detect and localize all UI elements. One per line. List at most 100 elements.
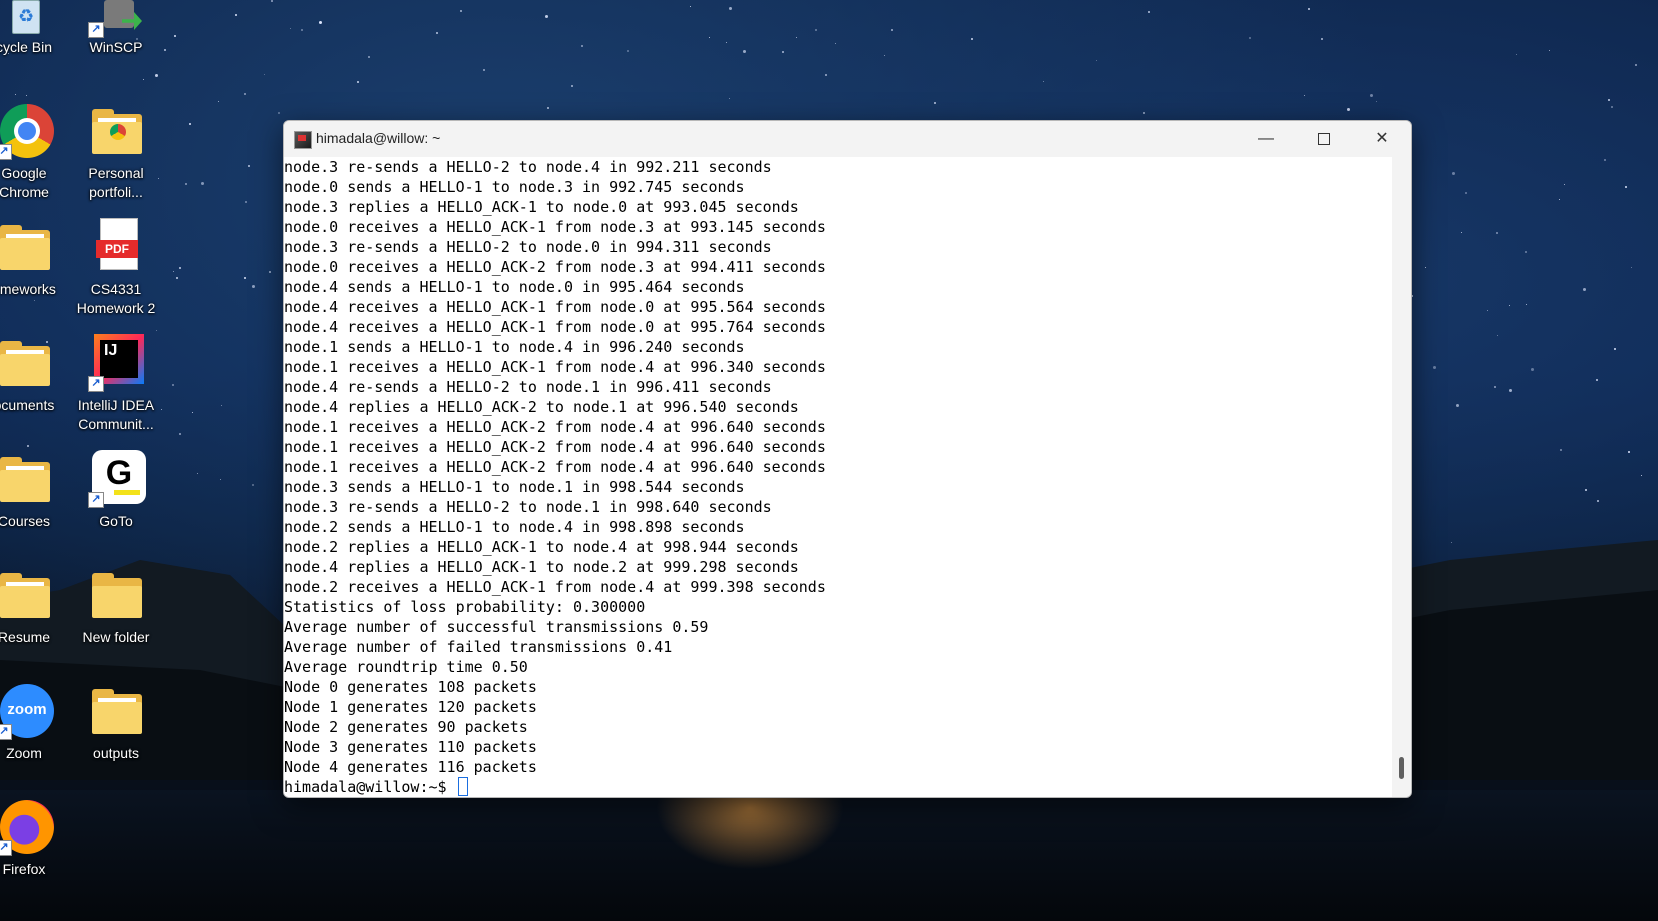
star xyxy=(884,55,885,56)
star xyxy=(252,484,254,486)
terminal-line: node.2 sends a HELLO-1 to node.4 in 998.… xyxy=(284,518,745,536)
star xyxy=(368,56,370,58)
pdf-file-icon: PDF xyxy=(86,218,146,278)
star xyxy=(1148,11,1150,13)
star xyxy=(164,49,166,51)
star xyxy=(729,98,730,99)
star xyxy=(571,85,573,87)
desktop-icon-goto[interactable]: G ↗ GoTo xyxy=(70,450,162,531)
star xyxy=(1496,232,1498,234)
star xyxy=(252,285,255,288)
star xyxy=(460,10,462,12)
star xyxy=(891,29,893,31)
star xyxy=(179,267,181,269)
vertical-scrollbar[interactable] xyxy=(1392,157,1411,797)
minimize-button[interactable]: — xyxy=(1237,121,1295,157)
star xyxy=(1585,489,1587,491)
desktop-icon-chrome[interactable]: ↗ Google Chrome xyxy=(0,102,70,202)
terminal-line: node.4 receives a HELLO_ACK-1 from node.… xyxy=(284,318,826,336)
star xyxy=(709,37,710,38)
cabin-lights xyxy=(640,790,860,880)
desktop-icon-recycle-bin[interactable]: ♻ cycle Bin xyxy=(0,0,70,57)
desktop-icon-personal-portfolio[interactable]: Personal portfoli... xyxy=(70,102,162,202)
star xyxy=(581,45,583,47)
desktop-icon-label: ocuments xyxy=(0,397,55,413)
maximize-button[interactable] xyxy=(1295,121,1353,157)
desktop-icon-intellij[interactable]: IJ ↗ IntelliJ IDEA Communit... xyxy=(70,334,162,434)
terminal-line: node.1 receives a HELLO_ACK-1 from node.… xyxy=(284,358,826,376)
star xyxy=(248,165,250,167)
folder-icon xyxy=(86,566,146,626)
terminal-line: node.4 re-sends a HELLO-2 to node.1 in 9… xyxy=(284,378,772,396)
terminal-prompt-line[interactable]: himadala@willow:~$ xyxy=(284,777,1392,797)
desktop-icon-label: Zoom xyxy=(6,745,42,761)
terminal-output[interactable]: node.3 re-sends a HELLO-2 to node.4 in 9… xyxy=(284,157,1392,797)
terminal-line: node.2 replies a HELLO_ACK-1 to node.4 a… xyxy=(284,538,799,556)
terminal-line: node.3 re-sends a HELLO-2 to node.0 in 9… xyxy=(284,238,772,256)
star xyxy=(1096,60,1097,61)
folder-icon xyxy=(86,682,146,742)
terminal-line: node.4 sends a HELLO-1 to node.0 in 995.… xyxy=(284,278,745,296)
close-button[interactable]: ✕ xyxy=(1353,121,1411,157)
star xyxy=(1628,451,1630,453)
window-titlebar[interactable]: himadala@willow: ~ — ✕ xyxy=(284,121,1411,157)
star xyxy=(1433,366,1436,369)
star xyxy=(1465,192,1467,194)
star xyxy=(1249,37,1251,39)
terminal-line: Node 2 generates 90 packets xyxy=(284,718,528,736)
desktop-icon-winscp[interactable]: ↗ WinSCP xyxy=(70,0,162,57)
star xyxy=(1525,251,1527,253)
terminal-window[interactable]: himadala@willow: ~ — ✕ node.3 re-sends a… xyxy=(283,120,1412,798)
desktop-icon-cs4331-homework[interactable]: PDF CS4331 Homework 2 xyxy=(70,218,162,318)
star xyxy=(34,300,35,301)
star xyxy=(172,384,174,386)
desktop-icon-label: Resume xyxy=(0,629,51,645)
star xyxy=(1321,38,1323,40)
star xyxy=(1509,305,1510,306)
star xyxy=(245,201,247,203)
desktop-icon-homeworks[interactable]: omeworks xyxy=(0,218,70,299)
star xyxy=(1376,101,1377,102)
star xyxy=(218,101,219,102)
star xyxy=(1456,404,1459,407)
star xyxy=(235,14,237,16)
star xyxy=(201,182,204,185)
terminal-line: node.1 receives a HELLO_ACK-2 from node.… xyxy=(284,458,826,476)
desktop-icon-new-folder[interactable]: New folder xyxy=(70,566,162,647)
shell-prompt: himadala@willow:~$ xyxy=(284,778,456,796)
shortcut-arrow-icon: ↗ xyxy=(0,724,12,740)
shortcut-arrow-icon: ↗ xyxy=(88,492,104,508)
desktop-icon-zoom[interactable]: zoom ↗ Zoom xyxy=(0,682,70,763)
star xyxy=(1597,500,1599,502)
folder-icon xyxy=(86,102,146,162)
star xyxy=(545,15,548,18)
desktop-icon-label: IntelliJ IDEA Communit... xyxy=(77,397,155,432)
folder-icon xyxy=(0,218,54,278)
star xyxy=(1452,172,1455,175)
star xyxy=(483,69,485,71)
terminal-lines: node.3 re-sends a HELLO-2 to node.4 in 9… xyxy=(284,157,1392,777)
desktop-icon-outputs[interactable]: outputs xyxy=(70,682,162,763)
chrome-badge-icon xyxy=(110,124,126,140)
star xyxy=(1625,186,1627,188)
star xyxy=(1604,159,1606,161)
terminal-line: node.0 receives a HELLO_ACK-2 from node.… xyxy=(284,258,826,276)
scrollbar-thumb[interactable] xyxy=(1399,757,1404,779)
desktop-icon-resume[interactable]: Resume xyxy=(0,566,70,647)
desktop-icon-documents[interactable]: ocuments xyxy=(0,334,70,415)
star xyxy=(627,50,629,52)
star xyxy=(1635,64,1637,66)
firefox-icon: ↗ xyxy=(0,798,54,858)
text-cursor xyxy=(457,777,468,796)
star xyxy=(156,330,157,331)
desktop-icon-label: omeworks xyxy=(0,281,56,297)
star xyxy=(271,0,273,2)
desktop-icon-firefox[interactable]: ↗ Firefox xyxy=(0,798,70,879)
star xyxy=(189,123,191,125)
terminal-line: node.0 receives a HELLO_ACK-1 from node.… xyxy=(284,218,826,236)
star xyxy=(1608,99,1610,101)
desktop-icon-label: New folder xyxy=(82,629,150,645)
star xyxy=(796,37,797,38)
star xyxy=(269,271,271,273)
desktop-icon-courses[interactable]: Courses xyxy=(0,450,70,531)
